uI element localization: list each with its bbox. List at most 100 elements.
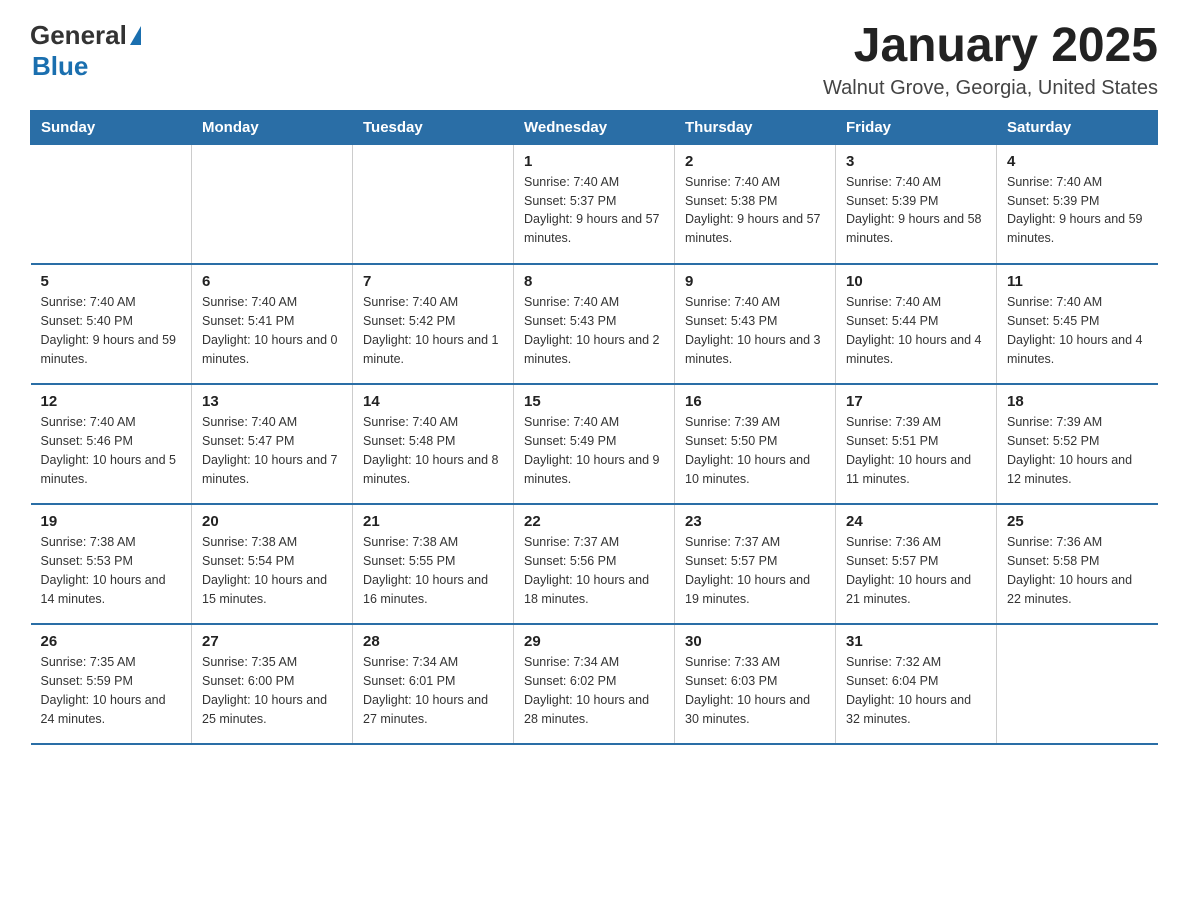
day-number: 15 [524, 393, 664, 410]
day-info: Sunrise: 7:36 AM Sunset: 5:58 PM Dayligh… [1007, 533, 1148, 608]
calendar-cell: 24 Sunrise: 7:36 AM Sunset: 5:57 PM Dayli… [836, 504, 997, 624]
month-title: January 2025 [823, 20, 1158, 73]
day-info: Sunrise: 7:39 AM Sunset: 5:51 PM Dayligh… [846, 413, 986, 488]
page-header: General Blue January 2025 Walnut Grove, … [30, 20, 1158, 100]
day-number: 30 [685, 633, 825, 650]
calendar-cell: 26Sunrise: 7:35 AM Sunset: 5:59 PM Dayli… [31, 624, 192, 744]
title-area: January 2025 Walnut Grove, Georgia, Unit… [823, 20, 1158, 100]
calendar-cell: 11Sunrise: 7:40 AM Sunset: 5:45 PM Dayli… [997, 264, 1158, 384]
calendar-cell: 7 Sunrise: 7:40 AM Sunset: 5:42 PM Daylig… [353, 264, 514, 384]
calendar-day-header: Thursday [675, 110, 836, 144]
calendar-cell: 13Sunrise: 7:40 AM Sunset: 5:47 PM Dayli… [192, 384, 353, 504]
calendar-cell: 6 Sunrise: 7:40 AM Sunset: 5:41 PM Daylig… [192, 264, 353, 384]
calendar-cell: 14 Sunrise: 7:40 AM Sunset: 5:48 PM Dayli… [353, 384, 514, 504]
day-info: Sunrise: 7:40 AM Sunset: 5:45 PM Dayligh… [1007, 293, 1148, 368]
calendar-cell: 3Sunrise: 7:40 AM Sunset: 5:39 PM Daylig… [836, 144, 997, 264]
day-info: Sunrise: 7:39 AM Sunset: 5:52 PM Dayligh… [1007, 413, 1148, 488]
calendar-cell [353, 144, 514, 264]
calendar-cell: 19 Sunrise: 7:38 AM Sunset: 5:53 PM Dayli… [31, 504, 192, 624]
calendar-table: SundayMondayTuesdayWednesdayThursdayFrid… [30, 110, 1158, 746]
calendar-cell: 22 Sunrise: 7:37 AM Sunset: 5:56 PM Dayli… [514, 504, 675, 624]
day-number: 25 [1007, 513, 1148, 530]
day-number: 1 [524, 153, 664, 170]
day-info: Sunrise: 7:38 AM Sunset: 5:53 PM Dayligh… [41, 533, 182, 608]
day-number: 6 [202, 273, 342, 290]
calendar-cell: 12 Sunrise: 7:40 AM Sunset: 5:46 PM Dayli… [31, 384, 192, 504]
day-number: 13 [202, 393, 342, 410]
calendar-cell: 31 Sunrise: 7:32 AM Sunset: 6:04 PM Dayli… [836, 624, 997, 744]
calendar-cell: 8Sunrise: 7:40 AM Sunset: 5:43 PM Daylig… [514, 264, 675, 384]
calendar-week-row: 26Sunrise: 7:35 AM Sunset: 5:59 PM Dayli… [31, 624, 1158, 744]
day-number: 26 [41, 633, 182, 650]
day-number: 7 [363, 273, 503, 290]
calendar-cell: 10 Sunrise: 7:40 AM Sunset: 5:44 PM Dayli… [836, 264, 997, 384]
calendar-cell: 1 Sunrise: 7:40 AM Sunset: 5:37 PM Daylig… [514, 144, 675, 264]
day-info: Sunrise: 7:40 AM Sunset: 5:38 PM Dayligh… [685, 173, 825, 248]
day-info: Sunrise: 7:40 AM Sunset: 5:37 PM Dayligh… [524, 173, 664, 248]
calendar-cell: 16Sunrise: 7:39 AM Sunset: 5:50 PM Dayli… [675, 384, 836, 504]
logo-blue-text: Blue [32, 51, 88, 82]
day-info: Sunrise: 7:40 AM Sunset: 5:42 PM Dayligh… [363, 293, 503, 368]
calendar-cell: 29 Sunrise: 7:34 AM Sunset: 6:02 PM Dayli… [514, 624, 675, 744]
calendar-cell: 4Sunrise: 7:40 AM Sunset: 5:39 PM Daylig… [997, 144, 1158, 264]
day-number: 20 [202, 513, 342, 530]
day-info: Sunrise: 7:32 AM Sunset: 6:04 PM Dayligh… [846, 653, 986, 728]
day-info: Sunrise: 7:35 AM Sunset: 6:00 PM Dayligh… [202, 653, 342, 728]
day-number: 14 [363, 393, 503, 410]
day-number: 23 [685, 513, 825, 530]
day-number: 9 [685, 273, 825, 290]
day-number: 28 [363, 633, 503, 650]
day-number: 21 [363, 513, 503, 530]
calendar-cell: 27Sunrise: 7:35 AM Sunset: 6:00 PM Dayli… [192, 624, 353, 744]
logo-general-text: General [30, 20, 127, 51]
day-number: 24 [846, 513, 986, 530]
calendar-week-row: 5Sunrise: 7:40 AM Sunset: 5:40 PM Daylig… [31, 264, 1158, 384]
calendar-day-header: Saturday [997, 110, 1158, 144]
day-info: Sunrise: 7:40 AM Sunset: 5:49 PM Dayligh… [524, 413, 664, 488]
calendar-day-header: Monday [192, 110, 353, 144]
day-info: Sunrise: 7:37 AM Sunset: 5:56 PM Dayligh… [524, 533, 664, 608]
calendar-day-header: Friday [836, 110, 997, 144]
day-number: 22 [524, 513, 664, 530]
day-number: 16 [685, 393, 825, 410]
calendar-day-header: Tuesday [353, 110, 514, 144]
calendar-cell: 18 Sunrise: 7:39 AM Sunset: 5:52 PM Dayli… [997, 384, 1158, 504]
calendar-cell: 2Sunrise: 7:40 AM Sunset: 5:38 PM Daylig… [675, 144, 836, 264]
day-info: Sunrise: 7:40 AM Sunset: 5:46 PM Dayligh… [41, 413, 182, 488]
calendar-cell: 5Sunrise: 7:40 AM Sunset: 5:40 PM Daylig… [31, 264, 192, 384]
day-number: 4 [1007, 153, 1148, 170]
day-number: 31 [846, 633, 986, 650]
calendar-cell: 20Sunrise: 7:38 AM Sunset: 5:54 PM Dayli… [192, 504, 353, 624]
calendar-cell: 25 Sunrise: 7:36 AM Sunset: 5:58 PM Dayli… [997, 504, 1158, 624]
day-info: Sunrise: 7:34 AM Sunset: 6:02 PM Dayligh… [524, 653, 664, 728]
calendar-day-header: Wednesday [514, 110, 675, 144]
day-info: Sunrise: 7:37 AM Sunset: 5:57 PM Dayligh… [685, 533, 825, 608]
calendar-week-row: 12 Sunrise: 7:40 AM Sunset: 5:46 PM Dayli… [31, 384, 1158, 504]
day-info: Sunrise: 7:36 AM Sunset: 5:57 PM Dayligh… [846, 533, 986, 608]
calendar-cell [192, 144, 353, 264]
day-number: 8 [524, 273, 664, 290]
day-number: 10 [846, 273, 986, 290]
day-info: Sunrise: 7:40 AM Sunset: 5:41 PM Dayligh… [202, 293, 342, 368]
day-info: Sunrise: 7:40 AM Sunset: 5:44 PM Dayligh… [846, 293, 986, 368]
calendar-cell: 15 Sunrise: 7:40 AM Sunset: 5:49 PM Dayli… [514, 384, 675, 504]
calendar-day-header: Sunday [31, 110, 192, 144]
day-number: 3 [846, 153, 986, 170]
location-text: Walnut Grove, Georgia, United States [823, 77, 1158, 100]
calendar-cell: 9Sunrise: 7:40 AM Sunset: 5:43 PM Daylig… [675, 264, 836, 384]
day-number: 5 [41, 273, 182, 290]
day-info: Sunrise: 7:33 AM Sunset: 6:03 PM Dayligh… [685, 653, 825, 728]
day-number: 18 [1007, 393, 1148, 410]
day-number: 29 [524, 633, 664, 650]
day-number: 19 [41, 513, 182, 530]
calendar-cell: 17 Sunrise: 7:39 AM Sunset: 5:51 PM Dayli… [836, 384, 997, 504]
day-info: Sunrise: 7:40 AM Sunset: 5:48 PM Dayligh… [363, 413, 503, 488]
day-number: 12 [41, 393, 182, 410]
day-number: 17 [846, 393, 986, 410]
day-info: Sunrise: 7:34 AM Sunset: 6:01 PM Dayligh… [363, 653, 503, 728]
calendar-header-row: SundayMondayTuesdayWednesdayThursdayFrid… [31, 110, 1158, 144]
calendar-cell: 28 Sunrise: 7:34 AM Sunset: 6:01 PM Dayli… [353, 624, 514, 744]
calendar-cell: 23 Sunrise: 7:37 AM Sunset: 5:57 PM Dayli… [675, 504, 836, 624]
calendar-cell: 21Sunrise: 7:38 AM Sunset: 5:55 PM Dayli… [353, 504, 514, 624]
calendar-cell [997, 624, 1158, 744]
